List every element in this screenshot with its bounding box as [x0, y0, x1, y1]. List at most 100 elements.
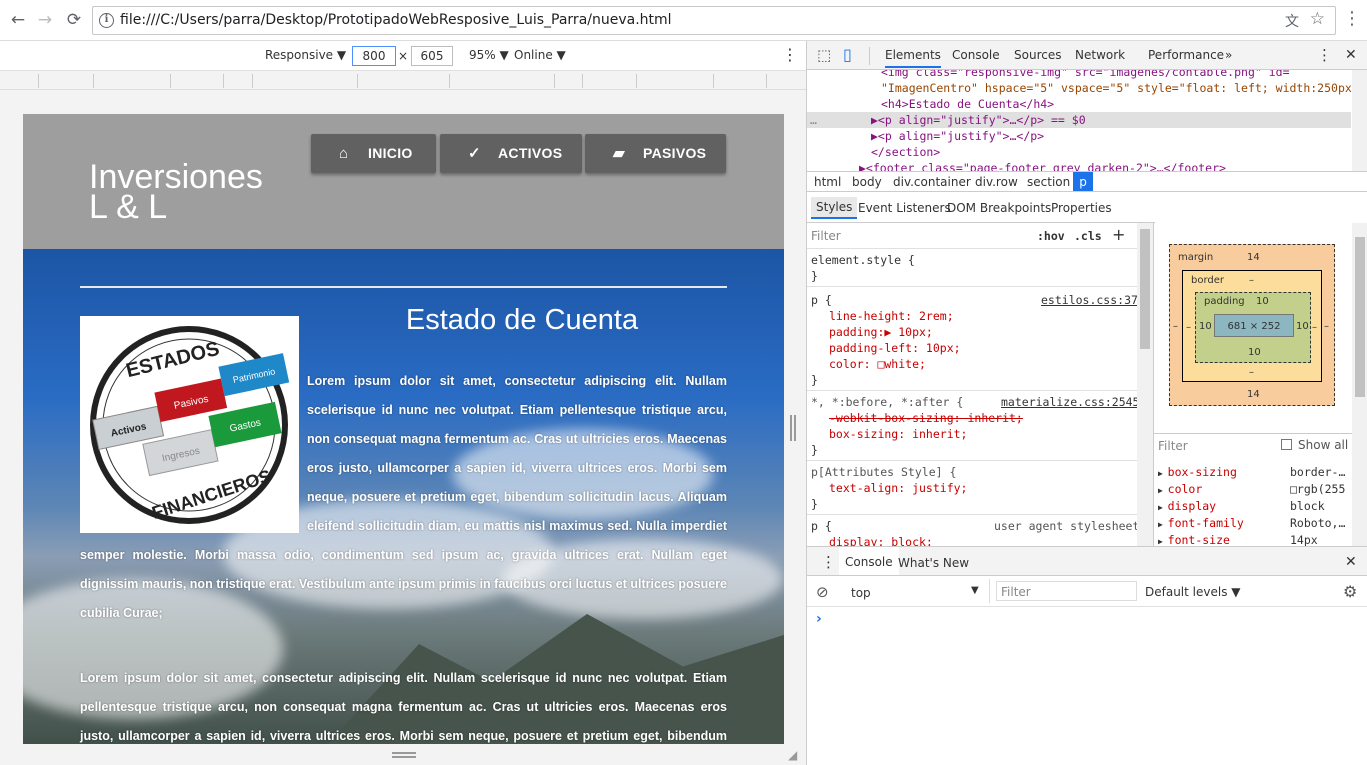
zoom-dropdown[interactable]: 95% ▼: [469, 48, 509, 62]
new-rule-icon[interactable]: +: [1112, 225, 1125, 244]
subtab-properties[interactable]: Properties: [1051, 201, 1112, 215]
resize-handle-right[interactable]: [790, 415, 796, 441]
box-content[interactable]: 681 × 252: [1214, 314, 1294, 337]
computed-val-box-sizing: border-…: [1290, 465, 1346, 479]
rule-ua-selector[interactable]: p {: [811, 519, 832, 533]
subtab-event-listeners[interactable]: Event Listeners: [858, 201, 951, 215]
rule-universal-selector[interactable]: *, *:before, *:after {: [811, 395, 963, 409]
clear-console-icon[interactable]: ⊘: [816, 583, 829, 601]
subtab-styles[interactable]: Styles: [811, 197, 858, 219]
crumb-body[interactable]: body: [852, 175, 882, 189]
prop-text-align[interactable]: text-align: justify;: [829, 481, 967, 495]
prop-box-sizing[interactable]: box-sizing: inherit;: [829, 427, 967, 441]
show-all-checkbox[interactable]: [1281, 439, 1292, 450]
network-dropdown[interactable]: Online ▼: [514, 48, 566, 62]
responsive-dropdown[interactable]: Responsive ▼: [265, 48, 346, 62]
console-filter-input[interactable]: Filter: [996, 581, 1137, 601]
browser-menu-icon[interactable]: ⋮: [1343, 8, 1361, 29]
resize-handle-bottom[interactable]: [392, 752, 416, 758]
rule-p-selector[interactable]: p {: [811, 293, 832, 307]
width-input[interactable]: 800: [352, 46, 396, 66]
dom-scrollbar[interactable]: [1352, 70, 1367, 171]
device-toggle-icon[interactable]: ▯: [843, 45, 852, 64]
dom-line-3[interactable]: <h4>Estado de Cuenta</h4>: [881, 97, 1054, 111]
rule-element-style[interactable]: element.style {: [811, 253, 915, 267]
computed-prop-box-sizing[interactable]: box-sizing: [1168, 465, 1237, 479]
crumb-div-container[interactable]: div.container: [893, 175, 971, 189]
computed-prop-display[interactable]: display: [1168, 499, 1216, 513]
console-settings-icon[interactable]: ⚙: [1343, 582, 1357, 601]
prop-line-height[interactable]: line-height: 2rem;: [829, 309, 954, 323]
drawer-menu-icon[interactable]: ⋮: [821, 553, 836, 571]
dom-line-5[interactable]: ▶<p align="justify">…</p>: [871, 129, 1044, 143]
prop-color[interactable]: color: □white;: [829, 357, 926, 371]
tab-sources[interactable]: Sources: [1014, 48, 1061, 62]
tab-console[interactable]: Console: [952, 48, 1000, 62]
drawer-tab-console[interactable]: Console: [839, 547, 899, 575]
star-icon[interactable]: ☆: [1310, 9, 1325, 29]
device-menu-icon[interactable]: ⋮: [782, 45, 798, 64]
padding-top-value: 10: [1256, 296, 1269, 307]
forward-icon[interactable]: →: [33, 8, 57, 32]
computed-val-display: block: [1290, 499, 1325, 513]
hov-toggle[interactable]: :hov: [1037, 229, 1065, 243]
drawer-close-icon[interactable]: ✕: [1345, 554, 1357, 570]
context-selector[interactable]: top ▼: [845, 579, 990, 603]
dom-line-4[interactable]: ▶<p align="justify">…</p> == $0: [871, 113, 1086, 127]
computed-prop-font-family[interactable]: font-family: [1168, 516, 1244, 530]
border-bottom-value: –: [1249, 367, 1254, 378]
dom-line-6[interactable]: </section>: [871, 145, 940, 159]
info-icon[interactable]: i: [99, 13, 114, 28]
console-prompt-icon[interactable]: ›: [816, 611, 822, 627]
box-border[interactable]: border – – – – padding 10 10 10 10 681 ×…: [1182, 270, 1322, 382]
devtools-panel: ⬚ ▯ Elements Console Sources Network Per…: [806, 41, 1367, 765]
computed-filter-input[interactable]: Filter: [1158, 439, 1188, 453]
rule-p-source[interactable]: estilos.css:37: [1041, 293, 1137, 307]
prop-display[interactable]: display: block;: [829, 535, 933, 546]
height-input[interactable]: 605: [411, 46, 453, 66]
prop-padding[interactable]: padding:▶ 10px;: [829, 325, 933, 339]
sidebar-scrollbar[interactable]: [1352, 223, 1367, 546]
nav-inicio-button[interactable]: ⌂ INICIO: [311, 134, 436, 173]
tab-elements[interactable]: Elements: [885, 48, 941, 68]
dom-line-7[interactable]: ▶<footer class="page-footer grey darken-…: [859, 161, 1226, 171]
subtab-dom-breakpoints[interactable]: DOM Breakpoints: [947, 201, 1051, 215]
inspect-icon[interactable]: ⬚: [817, 46, 831, 64]
prop-padding-left[interactable]: padding-left: 10px;: [829, 341, 961, 355]
box-margin[interactable]: margin 14 – – 14 border – – – – padding …: [1169, 244, 1335, 406]
back-icon[interactable]: ←: [6, 8, 30, 32]
nav-activos-button[interactable]: ✓ ACTIVOS: [440, 134, 582, 173]
reload-icon[interactable]: ⟳: [62, 8, 86, 32]
default-levels-dropdown[interactable]: Default levels ▼: [1145, 585, 1241, 599]
box-padding[interactable]: padding 10 10 10 10 681 × 252: [1195, 292, 1311, 363]
resize-corner-icon[interactable]: ◢: [788, 748, 797, 762]
crumb-section[interactable]: section: [1027, 175, 1070, 189]
styles-scrollbar[interactable]: [1137, 223, 1153, 546]
rule-universal-source[interactable]: materialize.css:2545: [1001, 395, 1137, 409]
brand-logo[interactable]: Inversiones L & L: [89, 160, 263, 224]
prop-webkit-box-sizing[interactable]: -webkit-box-sizing: inherit;: [829, 411, 1023, 425]
devtools-close-icon[interactable]: ✕: [1345, 47, 1357, 63]
more-tabs-icon[interactable]: »: [1225, 48, 1232, 62]
drawer-tab-whats-new[interactable]: What's New: [898, 556, 969, 570]
rule-attributes-style[interactable]: p[Attributes Style] {: [811, 465, 956, 479]
paragraph-2: Lorem ipsum dolor sit amet, consectetur …: [80, 671, 727, 743]
tab-network[interactable]: Network: [1075, 48, 1125, 62]
padding-bottom-value: 10: [1248, 347, 1261, 358]
crumb-div-row[interactable]: div.row: [975, 175, 1018, 189]
tab-performance[interactable]: Performance: [1148, 48, 1224, 62]
emulated-viewport: Inversiones L & L ⌂ INICIO ✓ ACTIVOS ▰ PA…: [23, 114, 784, 744]
nav-pasivos-button[interactable]: ▰ PASIVOS: [585, 134, 726, 173]
devtools-menu-icon[interactable]: ⋮: [1317, 46, 1332, 64]
url-text[interactable]: file:///C:/Users/parra/Desktop/Prototipa…: [120, 12, 672, 28]
address-bar[interactable]: i file:///C:/Users/parra/Desktop/Prototi…: [92, 6, 1336, 35]
styles-filter-input[interactable]: Filter: [811, 229, 841, 243]
cls-toggle[interactable]: .cls: [1074, 229, 1102, 243]
translate-icon[interactable]: 文: [1285, 11, 1299, 31]
computed-prop-font-size[interactable]: font-size: [1168, 533, 1230, 547]
dom-line-1[interactable]: <img class="responsive-img" src="imagene…: [881, 70, 1290, 79]
crumb-html[interactable]: html: [814, 175, 841, 189]
computed-prop-color[interactable]: color: [1168, 482, 1203, 496]
dom-line-2[interactable]: "ImagenCentro" hspace="5" vspace="5" sty…: [881, 81, 1366, 95]
crumb-p[interactable]: p: [1073, 172, 1093, 191]
